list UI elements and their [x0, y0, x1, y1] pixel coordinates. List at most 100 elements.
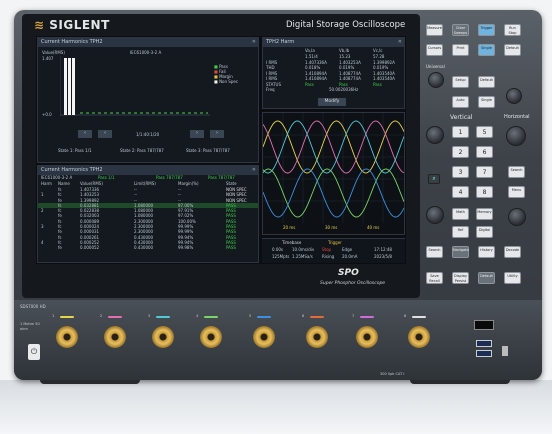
- trigger-state: Stop: [322, 247, 332, 252]
- table-cell: 1.407336: [80, 187, 100, 192]
- power-icon: ⏻: [30, 347, 38, 356]
- vertical-scale-knob[interactable]: [426, 206, 444, 224]
- search-button[interactable]: Search: [426, 246, 443, 258]
- hor-menu-button[interactable]: Menu: [508, 186, 525, 198]
- trigger-level-knob[interactable]: [506, 88, 522, 104]
- nav-prev-button[interactable]: ‹: [98, 130, 112, 138]
- single-button[interactable]: Single: [478, 44, 495, 56]
- ch5-button[interactable]: 5: [476, 126, 493, 138]
- power-button[interactable]: ⏻: [28, 344, 40, 360]
- nav-first-button[interactable]: ‹: [78, 130, 92, 138]
- display-button[interactable]: Display Persist: [452, 272, 469, 284]
- ch1-button[interactable]: 1: [452, 126, 469, 138]
- ch6-button[interactable]: 6: [476, 146, 493, 158]
- digital-button[interactable]: Digital: [476, 226, 493, 238]
- ch4-button[interactable]: 4: [452, 186, 469, 198]
- decode-button[interactable]: Decode: [504, 246, 521, 258]
- control-panel: Measure Clear Sweeps Trigger Run Stop Cu…: [420, 14, 538, 298]
- ref-button[interactable]: Ref: [452, 226, 469, 238]
- measure-cell: THD: [266, 65, 275, 70]
- ch8-button[interactable]: 8: [476, 186, 493, 198]
- universal-label: Universal: [426, 64, 445, 69]
- table-cell: fe: [58, 229, 62, 235]
- vertical-position-knob[interactable]: [426, 126, 444, 144]
- nav-next-button[interactable]: ›: [190, 130, 204, 138]
- horizontal-position-knob[interactable]: [508, 208, 526, 226]
- touch-display[interactable]: Current Harmonics TPH2 ✕ Value(RMS) 1.40…: [36, 36, 406, 264]
- table-row[interactable]: fe 0.000052 0.430000 99.98% PASS: [38, 245, 258, 250]
- bnc-input-ch4[interactable]: [200, 326, 222, 348]
- modify-button[interactable]: Modify: [318, 98, 346, 106]
- run-stop-button[interactable]: Run Stop: [504, 24, 521, 36]
- history-button[interactable]: History: [478, 246, 495, 258]
- table-cell: --: [178, 187, 181, 192]
- front-panel: [14, 300, 542, 380]
- utility-button[interactable]: Utility: [504, 272, 521, 284]
- universal-knob[interactable]: [428, 72, 444, 88]
- save-recall-button[interactable]: Save Recall: [426, 272, 443, 284]
- print-button[interactable]: Print: [452, 44, 469, 56]
- probe-comp-port[interactable]: [474, 320, 494, 330]
- usb-port-2[interactable]: [476, 350, 492, 357]
- timebase-label[interactable]: Timebase: [282, 240, 301, 245]
- roll-button[interactable]: Search: [508, 166, 525, 178]
- bnc-input-ch8[interactable]: [408, 326, 430, 348]
- nav-last-button[interactable]: ›: [210, 130, 224, 138]
- clear-button[interactable]: Clear Sweeps: [452, 24, 469, 36]
- trigger-slope: Rising: [322, 254, 335, 259]
- memory-button[interactable]: Memory: [476, 208, 493, 220]
- table-cell: 2.300000: [134, 224, 154, 230]
- table-state2: Pass 787/787: [156, 175, 183, 180]
- ch2-button[interactable]: 2: [452, 146, 469, 158]
- default3-button[interactable]: Default: [478, 272, 495, 284]
- table-cell: 97.02%: [178, 213, 194, 219]
- setup-button[interactable]: Setup: [452, 76, 469, 88]
- math-button[interactable]: Math: [452, 208, 469, 220]
- navigate-button[interactable]: Navigate: [452, 246, 469, 258]
- harmonics-ybottom: +0.0: [42, 112, 52, 117]
- waveform-panel[interactable]: 20 ms 30 ms 40 ms: [262, 112, 405, 235]
- horizontal-scale-knob[interactable]: [506, 126, 526, 146]
- close-icon[interactable]: ✕: [398, 39, 402, 45]
- harmonics-table-panel[interactable]: Current Harmonics TPH2 ✕ IEC61000-3-2 A …: [37, 165, 259, 263]
- table-col-header: State: [226, 181, 237, 186]
- bnc-input-ch5[interactable]: [253, 326, 275, 348]
- table-cell: 0.022838: [80, 208, 100, 214]
- channel-color-strip: [360, 316, 374, 318]
- bnc-input-ch1[interactable]: [56, 326, 78, 348]
- brand-name: SIGLENT: [49, 18, 110, 32]
- auto-button[interactable]: Auto: [452, 96, 469, 108]
- cursors-button[interactable]: Cursors: [426, 44, 443, 56]
- table-cell: fe: [58, 197, 62, 203]
- ch3-button[interactable]: 3: [452, 166, 469, 178]
- harmonics-chart-panel[interactable]: Current Harmonics TPH2 ✕ Value(RMS) 1.40…: [37, 37, 259, 163]
- bnc-input-ch2[interactable]: [104, 326, 126, 348]
- table-body[interactable]: fs 1.407336 -- -- NON SPEC 1 fc 1.403253 -- -- NON…: [38, 187, 258, 251]
- measure-button[interactable]: Measure: [426, 24, 443, 36]
- measure-cell: 1.399892A: [373, 59, 395, 65]
- table-cell: 3: [41, 224, 44, 230]
- default-button[interactable]: Default: [504, 44, 521, 56]
- state-3: State 3: Pass 787/787: [186, 148, 230, 153]
- table-cell: --: [178, 197, 181, 203]
- ch7-button[interactable]: 7: [476, 166, 493, 178]
- single2-button[interactable]: Single: [478, 96, 495, 108]
- trigger-button[interactable]: Trigger: [478, 24, 495, 36]
- close-icon[interactable]: ✕: [252, 39, 256, 45]
- table-cell: 99.98%: [178, 245, 194, 251]
- usb-port-1[interactable]: [476, 340, 492, 347]
- table-cell: PASS: [226, 218, 236, 224]
- measure-cell: 0.018%: [305, 65, 321, 70]
- trigger-label[interactable]: Trigger: [328, 240, 342, 245]
- close-icon[interactable]: ✕: [252, 167, 256, 173]
- bnc-input-ch7[interactable]: [356, 326, 378, 348]
- table-cell: 1.080000: [134, 202, 154, 208]
- measure-col-header: Va,Ia: [305, 48, 315, 53]
- bnc-input-ch6[interactable]: [306, 326, 328, 348]
- measure-panel[interactable]: TPH2 Harm ✕ Va,Ia Vb,Ib Vc,Ic 1.51/4 15.23 57…: [262, 37, 405, 109]
- default2-button[interactable]: Default: [478, 76, 495, 88]
- table-cell: 0.000052: [80, 245, 100, 251]
- table-cell: 0.000252: [80, 239, 100, 245]
- zoom-button[interactable]: ⌕: [428, 174, 440, 184]
- bnc-input-ch3[interactable]: [152, 326, 174, 348]
